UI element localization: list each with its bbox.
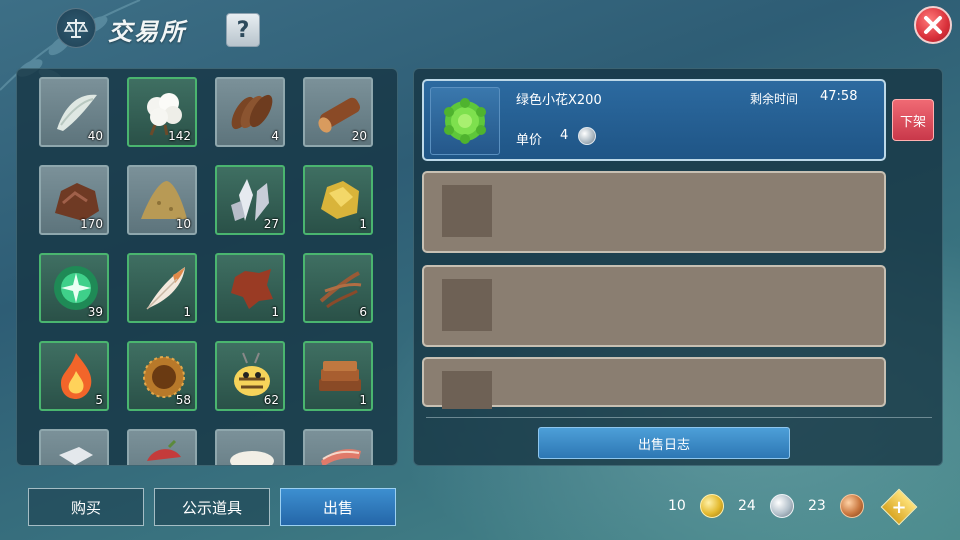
item-count: 142 bbox=[168, 129, 191, 143]
empty-slot-placeholder bbox=[442, 279, 492, 331]
empty-slot-placeholder bbox=[442, 371, 492, 409]
close-icon bbox=[924, 16, 942, 34]
inventory-slot[interactable]: 40 bbox=[39, 77, 109, 147]
inventory-slot[interactable]: 170 bbox=[39, 165, 109, 235]
item-count: 10 bbox=[175, 217, 191, 231]
listing-slot-empty[interactable] bbox=[422, 171, 886, 253]
add-currency-button[interactable]: + bbox=[880, 488, 918, 526]
listing-thumbnail bbox=[430, 87, 500, 155]
inventory-panel: 40 142 4 20 170 10 27 1 39 1 1 6 5 58 62… bbox=[16, 68, 398, 466]
help-button[interactable]: ? bbox=[226, 13, 260, 47]
item-count: 58 bbox=[175, 393, 191, 407]
item-count: 40 bbox=[87, 129, 103, 143]
unit-price-label: 单价 bbox=[516, 133, 543, 148]
item-count: 6 bbox=[359, 305, 367, 319]
listings-panel: 绿色小花X200 剩余时间 47:58 单价 4 下架 出售日志 bbox=[413, 68, 943, 466]
inventory-slot[interactable]: 4 bbox=[215, 77, 285, 147]
unlist-button[interactable]: 下架 bbox=[892, 99, 934, 141]
scale-icon bbox=[56, 8, 96, 48]
item-count: 20 bbox=[351, 129, 367, 143]
empty-slot-placeholder bbox=[442, 185, 492, 237]
item-count: 1 bbox=[271, 305, 279, 319]
silver-coin-icon bbox=[770, 494, 794, 518]
header: 交易所 ? bbox=[0, 0, 960, 56]
item-count: 5 bbox=[95, 393, 103, 407]
copper-amount: 23 bbox=[808, 498, 826, 514]
inventory-slot[interactable]: 1 bbox=[303, 341, 373, 411]
inventory-slot[interactable]: 1 bbox=[127, 253, 197, 323]
listing-slot-empty[interactable] bbox=[422, 357, 886, 409]
green-flower-icon bbox=[444, 98, 486, 144]
bottom-bar: 购买 公示道具 出售 10 24 23 + bbox=[0, 476, 960, 540]
inventory-slot[interactable]: 6 bbox=[303, 253, 373, 323]
listing-item-active[interactable]: 绿色小花X200 剩余时间 47:58 单价 4 bbox=[422, 79, 886, 161]
item-count: 1 bbox=[359, 393, 367, 407]
stone-block-icon bbox=[59, 447, 93, 465]
remaining-time-value: 47:58 bbox=[820, 89, 858, 104]
inventory-slot[interactable] bbox=[303, 429, 373, 465]
inventory-slot[interactable]: 20 bbox=[303, 77, 373, 147]
gold-coin-icon bbox=[700, 494, 724, 518]
meat-icon bbox=[147, 439, 181, 461]
inventory-slot[interactable]: 27 bbox=[215, 165, 285, 235]
inventory-slot[interactable]: 58 bbox=[127, 341, 197, 411]
item-count: 1 bbox=[183, 305, 191, 319]
unit-price-value: 4 bbox=[560, 128, 569, 143]
inventory-slot[interactable]: 39 bbox=[39, 253, 109, 323]
inventory-slot[interactable] bbox=[127, 429, 197, 465]
copper-coin-icon bbox=[840, 494, 864, 518]
item-count: 4 bbox=[271, 129, 279, 143]
silver-amount: 24 bbox=[738, 498, 756, 514]
listing-item-name: 绿色小花X200 bbox=[516, 93, 602, 108]
inventory-slot[interactable]: 5 bbox=[39, 341, 109, 411]
inventory-slot[interactable] bbox=[215, 429, 285, 465]
inventory-slot[interactable]: 10 bbox=[127, 165, 197, 235]
item-count: 27 bbox=[263, 217, 279, 231]
gold-amount: 10 bbox=[668, 498, 686, 514]
item-count: 1 bbox=[359, 217, 367, 231]
tab-buy[interactable]: 购买 bbox=[28, 488, 144, 526]
inventory-slot[interactable]: 62 bbox=[215, 341, 285, 411]
listing-slot-empty[interactable] bbox=[422, 265, 886, 347]
inventory-slot[interactable]: 1 bbox=[215, 253, 285, 323]
tab-sell[interactable]: 出售 bbox=[280, 488, 396, 526]
inventory-slot[interactable]: 1 bbox=[303, 165, 373, 235]
close-button[interactable] bbox=[914, 6, 952, 44]
page-title: 交易所 bbox=[108, 18, 186, 46]
item-count: 39 bbox=[87, 305, 103, 319]
sales-log-button[interactable]: 出售日志 bbox=[538, 427, 790, 459]
item-count: 170 bbox=[80, 217, 103, 231]
inventory-slot[interactable] bbox=[39, 429, 109, 465]
silver-coin-icon bbox=[578, 127, 596, 145]
plus-icon: + bbox=[891, 496, 907, 518]
item-count: 62 bbox=[263, 393, 279, 407]
divider bbox=[426, 417, 932, 418]
plate-icon bbox=[230, 451, 274, 465]
inventory-slot[interactable]: 142 bbox=[127, 77, 197, 147]
tab-public-items[interactable]: 公示道具 bbox=[154, 488, 270, 526]
bacon-icon bbox=[321, 449, 361, 465]
remaining-time-label: 剩余时间 bbox=[750, 92, 799, 106]
